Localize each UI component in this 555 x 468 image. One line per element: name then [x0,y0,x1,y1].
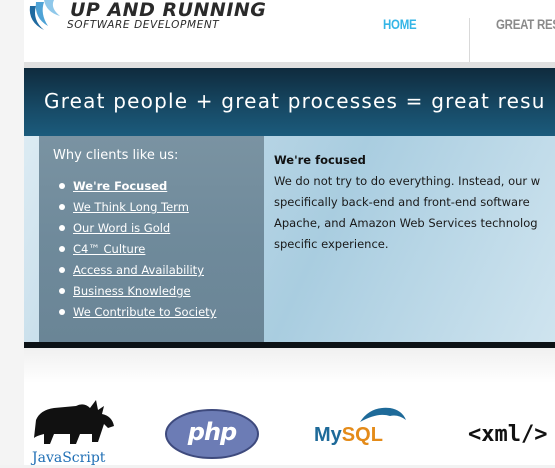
main-nav: HOME GREAT RES [0,0,555,62]
sidebar-item-were-focused: We're Focused [57,178,217,199]
slogan: Great people + great processes = great r… [44,89,546,113]
content-heading: We're focused [274,153,366,167]
php-logo: php [164,408,260,460]
banner-content: Why clients like us: We're Focused We Th… [24,136,555,342]
slogan-bar: Great people + great processes = great r… [24,68,555,136]
javascript-label: JavaScript [32,450,106,466]
why-clients-sidebar: Why clients like us: We're Focused We Th… [39,136,264,342]
sidebar-list: We're Focused We Think Long Term Our Wor… [57,178,217,325]
bullet-icon [59,246,65,252]
sidebar-link[interactable]: C4™ Culture [73,242,145,256]
dolphin-icon [360,407,406,422]
xml-logo: <xml/> [464,422,555,452]
bullet-icon [59,309,65,315]
sidebar-link[interactable]: Our Word is Gold [73,221,170,235]
bullet-icon [59,183,65,189]
hero-banner: Great people + great processes = great r… [24,68,555,348]
xml-label: <xml/> [468,422,548,447]
content-line: Apache, and Amazon Web Services technolo… [274,216,538,230]
left-gutter [0,0,24,465]
sidebar-link[interactable]: Access and Availability [73,263,204,277]
main-content: We're focused We do not try to do everyt… [274,153,555,255]
sidebar-item-think-long-term: We Think Long Term [57,199,217,220]
bullet-icon [59,288,65,294]
sidebar-item-word-is-gold: Our Word is Gold [57,220,217,241]
content-line: We do not try to do everything. Instead,… [274,174,541,188]
bullet-icon [59,225,65,231]
sidebar-item-c4-culture: C4™ Culture [57,241,217,262]
javascript-logo: JavaScript [24,398,124,468]
mysql-label: MySQL [314,424,383,447]
sidebar-link[interactable]: We Contribute to Society [73,305,217,319]
nav-item-great-results[interactable]: GREAT RES [496,17,555,32]
bullet-icon [59,204,65,210]
sidebar-link[interactable]: Business Knowledge [73,284,191,298]
sidebar-link[interactable]: We Think Long Term [73,200,189,214]
php-label: php [187,418,237,446]
sidebar-heading: Why clients like us: [53,148,179,163]
sidebar-item-business-knowledge: Business Knowledge [57,283,217,304]
mysql-my: My [314,424,342,446]
bullet-icon [59,267,65,273]
rhino-icon [34,400,114,444]
nav-divider [469,18,470,62]
sidebar-link[interactable]: We're Focused [73,179,167,193]
content-line: specific experience. [274,237,389,251]
technology-logos: JavaScript php MySQL <xml/> [24,348,555,468]
mysql-sql: SQL [341,424,383,446]
nav-item-home[interactable]: HOME [383,17,417,32]
sidebar-item-access-availability: Access and Availability [57,262,217,283]
content-line: specifically back-end and front-end soft… [274,195,530,209]
mysql-logo: MySQL [310,407,420,460]
sidebar-item-contribute-society: We Contribute to Society [57,304,217,325]
